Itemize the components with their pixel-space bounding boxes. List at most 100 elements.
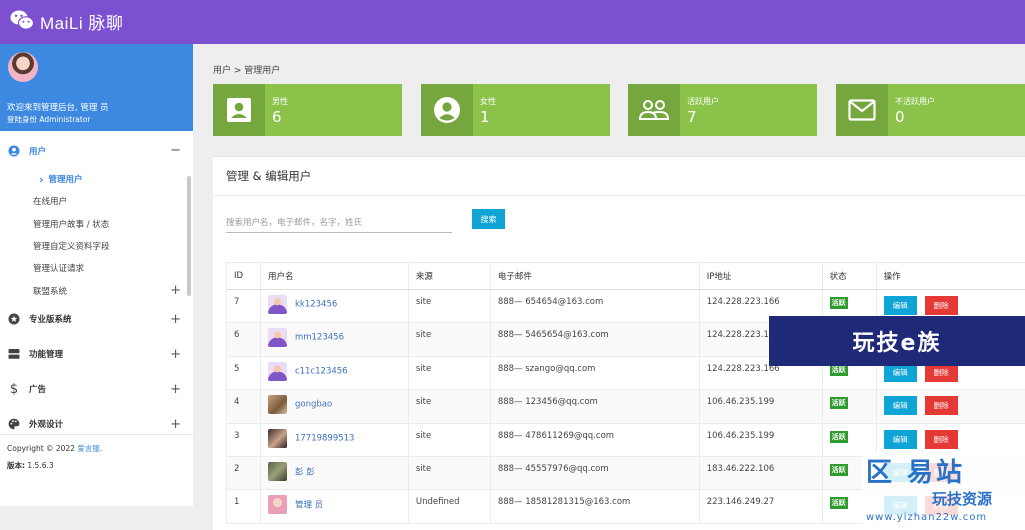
sidebar-item-label: 专业版系统	[29, 315, 72, 326]
star-icon	[8, 313, 20, 325]
username-link[interactable]: 彭 彭	[295, 467, 315, 477]
cell-username: kk123456	[259, 289, 409, 324]
edit-button[interactable]: 编辑	[883, 429, 917, 449]
user-avatar[interactable]	[267, 295, 287, 314]
search-input[interactable]	[226, 213, 452, 233]
username-link[interactable]: gongbao	[295, 400, 332, 410]
stat-label: 活跃用户	[687, 97, 719, 106]
edit-button[interactable]: 编辑	[883, 296, 917, 315]
cell-id: 1	[226, 489, 261, 524]
brand-name: MaiLi 脉聊	[40, 14, 124, 33]
sidebar: 欢迎来到管理后台, 管理 员 登陆身份 Administrator 用户 − ›…	[0, 44, 193, 506]
sidebar-item-label: 广告	[29, 385, 47, 396]
cell-source: site	[407, 289, 491, 324]
stat-card-female: 女性 1	[421, 84, 610, 136]
watermark-site-url: www.yizhan22w.com	[866, 512, 988, 523]
company-link[interactable]: 爱言服	[77, 444, 100, 453]
username-link[interactable]: c11c123456	[295, 366, 348, 376]
expand-icon[interactable]: +	[170, 283, 181, 298]
sidebar-subitem-label: 管理用户	[48, 175, 83, 186]
delete-button[interactable]: 删除	[924, 296, 958, 315]
watermark-banner: 玩技e族	[769, 316, 1025, 366]
collapse-icon[interactable]: −	[170, 143, 181, 158]
col-header-source[interactable]: 来源	[407, 262, 491, 290]
sidebar-subitem-manage-users[interactable]: › 管理用户	[0, 168, 193, 190]
cell-ip: 183.46.222.106	[698, 456, 823, 491]
delete-button[interactable]: 删除	[924, 396, 958, 416]
status-badge: 活跃	[829, 397, 848, 410]
cell-email: 888— 123456@qq.com	[489, 389, 700, 424]
sidebar-item-features[interactable]: 功能管理 +	[0, 337, 193, 372]
sidebar-subitem-user-stories[interactable]: 管理用户故事 / 状态	[0, 213, 193, 235]
col-header-id[interactable]: ID	[226, 262, 261, 290]
chevron-right-icon: ›	[39, 172, 44, 186]
col-header-username[interactable]: 用户名	[259, 262, 409, 290]
col-header-actions: 操作	[875, 262, 1025, 290]
version: 版本: 1.5.6.3	[7, 460, 186, 471]
cell-email: 888— szango@qq.com	[489, 356, 700, 391]
cell-username: 彭 彭	[259, 456, 409, 491]
user-avatar[interactable]	[267, 361, 287, 381]
brand[interactable]: MaiLi 脉聊	[10, 9, 123, 34]
stat-card-male: 男性 6	[213, 84, 402, 136]
cell-email: 888— 5465654@163.com	[489, 322, 700, 357]
sidebar-subitem-custom-fields[interactable]: 管理自定义资料字段	[0, 235, 193, 257]
expand-icon[interactable]: +	[170, 347, 181, 362]
admin-avatar[interactable]	[8, 52, 38, 82]
welcome-text: 欢迎来到管理后台, 管理 员	[7, 103, 109, 113]
sidebar-item-users[interactable]: 用户 −	[0, 133, 193, 168]
search-button[interactable]: 搜索	[472, 209, 505, 229]
wechat-logo-icon	[10, 9, 35, 34]
sidebar-item-label: 用户	[29, 146, 47, 157]
username-link[interactable]: 管理 员	[295, 501, 323, 511]
stat-label: 女性	[480, 97, 496, 106]
user-circle-icon	[421, 84, 473, 136]
cell-actions: 编辑删除	[875, 389, 1025, 424]
role-text: 登陆身份 Administrator	[7, 115, 91, 124]
copyright-text: Copyright © 2022	[7, 444, 78, 453]
user-avatar[interactable]	[267, 428, 287, 448]
sidebar-subitem-online-users[interactable]: 在线用户	[0, 190, 193, 212]
watermark-site: 区 易站 玩技资源 www.yizhan22w.com	[862, 452, 1025, 530]
stat-label: 男性	[272, 97, 288, 106]
col-header-email[interactable]: 电子邮件	[489, 262, 700, 290]
user-avatar[interactable]	[267, 461, 287, 481]
panel-title: 管理 & 编辑用户	[226, 169, 312, 183]
mail-icon	[836, 84, 888, 136]
cell-id: 3	[226, 423, 261, 457]
watermark-site-subtitle: 玩技资源	[932, 490, 993, 508]
status-badge: 活跃	[829, 297, 848, 309]
cell-username: 17719899513	[259, 423, 409, 457]
col-header-status[interactable]: 状态	[821, 262, 877, 290]
sidebar-subitem-union[interactable]: 联盟系统 +	[0, 279, 193, 301]
edit-button[interactable]: 编辑	[883, 396, 917, 416]
cell-source: site	[407, 322, 491, 357]
sidebar-item-ads[interactable]: $ 广告 +	[0, 372, 193, 407]
user-avatar[interactable]	[267, 328, 287, 348]
sidebar-scrollbar[interactable]	[187, 176, 191, 296]
sidebar-item-pro[interactable]: 专业版系统 +	[0, 302, 193, 337]
delete-button[interactable]: 删除	[924, 429, 958, 449]
username-link[interactable]: mm123456	[295, 333, 344, 343]
col-header-ip[interactable]: IP地址	[698, 262, 823, 290]
user-avatar[interactable]	[267, 495, 287, 515]
sidebar-item-label: 外观设计	[29, 420, 64, 431]
username-link[interactable]: 17719899513	[295, 433, 355, 443]
cell-source: site	[407, 389, 491, 424]
username-link[interactable]: kk123456	[295, 300, 337, 310]
status-badge: 活跃	[829, 497, 848, 510]
user-avatar[interactable]	[267, 395, 287, 415]
server-icon	[8, 348, 20, 360]
sidebar-subitem-verification[interactable]: 管理认证请求	[0, 257, 193, 279]
cell-id: 7	[226, 289, 261, 324]
stat-value: 0	[895, 108, 905, 126]
cell-source: Undefined	[407, 489, 491, 524]
stat-card-inactive: 不活跃用户 0	[836, 84, 1025, 136]
top-bar: MaiLi 脉聊	[0, 0, 1025, 44]
expand-icon[interactable]: +	[170, 312, 181, 327]
copyright-dot: .	[99, 444, 103, 453]
expand-icon[interactable]: +	[170, 417, 181, 432]
user-square-icon	[213, 84, 265, 136]
sidebar-item-label: 功能管理	[29, 350, 64, 361]
expand-icon[interactable]: +	[170, 382, 181, 397]
